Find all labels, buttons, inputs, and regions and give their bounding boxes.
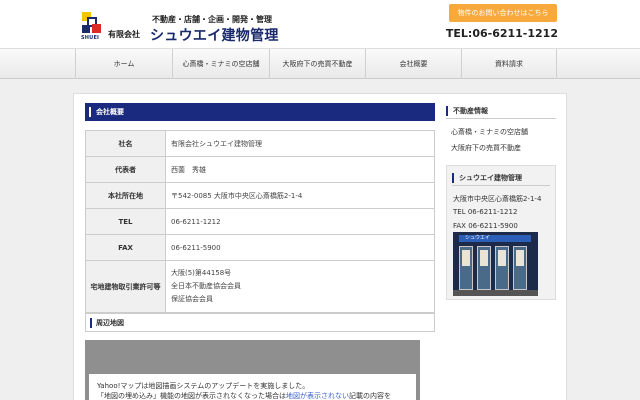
header-tel: TEL:06-6211-1212 <box>445 27 558 40</box>
tagline: 不動産・店舗・企画・開発・管理 <box>152 15 272 24</box>
row-label-representative: 代表者 <box>85 156 166 183</box>
section-title-map: 周辺地図 <box>85 313 435 332</box>
sidebar-link-sale-properties[interactable]: 大阪府下の売買不動産 <box>451 143 521 153</box>
table-row: FAX 06-6211-5900 <box>85 234 435 261</box>
nav-item-home[interactable]: ホーム <box>75 49 172 79</box>
sidebar-title: 不動産情報 <box>446 103 556 119</box>
map-notice-line2: 「地図の埋め込み」機能の地図が表示されなくなった場合は地図が表示されない記載の内… <box>97 392 391 400</box>
table-row: 代表者 西薗 秀雄 <box>85 156 435 183</box>
row-label-tel: TEL <box>85 208 166 235</box>
nav-item-vacant-shops[interactable]: 心斎橋・ミナミの空店舗 <box>172 49 269 79</box>
row-value-address: 〒542-0085 大阪市中央区心斎橋筋2-1-4 <box>165 182 435 209</box>
row-label-fax: FAX <box>85 234 166 261</box>
association-membership: 全日本不動産協会会員 <box>171 282 241 290</box>
site-header: SHUEI 有限会社 不動産・店舗・企画・開発・管理 シュウエイ建物管理 物件の… <box>0 0 640 48</box>
map-notice: Yahoo!マップは地図描画システムのアップデートを実施しました。 「地図の埋め… <box>89 374 416 400</box>
table-row: 本社所在地 〒542-0085 大阪市中央区心斎橋筋2-1-4 <box>85 182 435 209</box>
nav-item-request[interactable]: 資料請求 <box>461 49 557 79</box>
map-help-link[interactable]: 地図が表示されない <box>286 392 349 400</box>
license-number: 大阪(5)第44158号 <box>171 269 232 277</box>
company-logo[interactable] <box>82 12 102 34</box>
company-info-table: 社名 有限会社シュウエイ建物管理 代表者 西薗 秀雄 本社所在地 〒542-00… <box>85 130 435 313</box>
section-title-company: 会社概要 <box>85 103 435 121</box>
table-row: TEL 06-6211-1212 <box>85 208 435 235</box>
nav-item-sale-properties[interactable]: 大阪府下の売買不動産 <box>269 49 365 79</box>
storefront-photo: シュウエイ <box>453 232 538 296</box>
row-value-fax: 06-6211-5900 <box>165 234 435 261</box>
map-notice-line1: Yahoo!マップは地図描画システムのアップデートを実施しました。 <box>97 382 310 390</box>
company-box-title: シュウエイ建物管理 <box>452 170 550 186</box>
row-label-license: 宅地建物取引業許可等 <box>85 260 166 313</box>
company-box-fax: FAX 06-6211-5900 <box>453 222 518 230</box>
company-box-tel: TEL 06-6211-1212 <box>453 208 518 216</box>
nav-item-company[interactable]: 会社概要 <box>365 49 461 79</box>
company-name[interactable]: シュウエイ建物管理 <box>150 25 279 45</box>
company-box-address: 大阪市中央区心斎橋筋2-1-4 <box>453 195 542 203</box>
main-nav: ホーム 心斎橋・ミナミの空店舗 大阪府下の売買不動産 会社概要 資料請求 <box>0 48 640 79</box>
storefront-sign: シュウエイ <box>459 235 531 242</box>
row-value-name: 有限会社シュウエイ建物管理 <box>165 130 435 157</box>
corp-type-label: 有限会社 <box>108 30 140 39</box>
logo-subtext: SHUEI <box>81 35 100 41</box>
table-row: 社名 有限会社シュウエイ建物管理 <box>85 130 435 157</box>
row-value-tel: 06-6211-1212 <box>165 208 435 235</box>
sidebar-link-vacant-shops[interactable]: 心斎橋・ミナミの空店舗 <box>451 127 528 137</box>
contact-button[interactable]: 物件のお問い合わせはこちら <box>449 4 557 22</box>
row-value-representative: 西薗 秀雄 <box>165 156 435 183</box>
row-value-license: 大阪(5)第44158号 全日本不動産協会会員 保証協会会員 <box>165 260 435 313</box>
table-row: 宅地建物取引業許可等 大阪(5)第44158号 全日本不動産協会会員 保証協会会… <box>85 260 435 313</box>
guarantee-membership: 保証協会会員 <box>171 295 213 303</box>
row-label-name: 社名 <box>85 130 166 157</box>
row-label-address: 本社所在地 <box>85 182 166 209</box>
